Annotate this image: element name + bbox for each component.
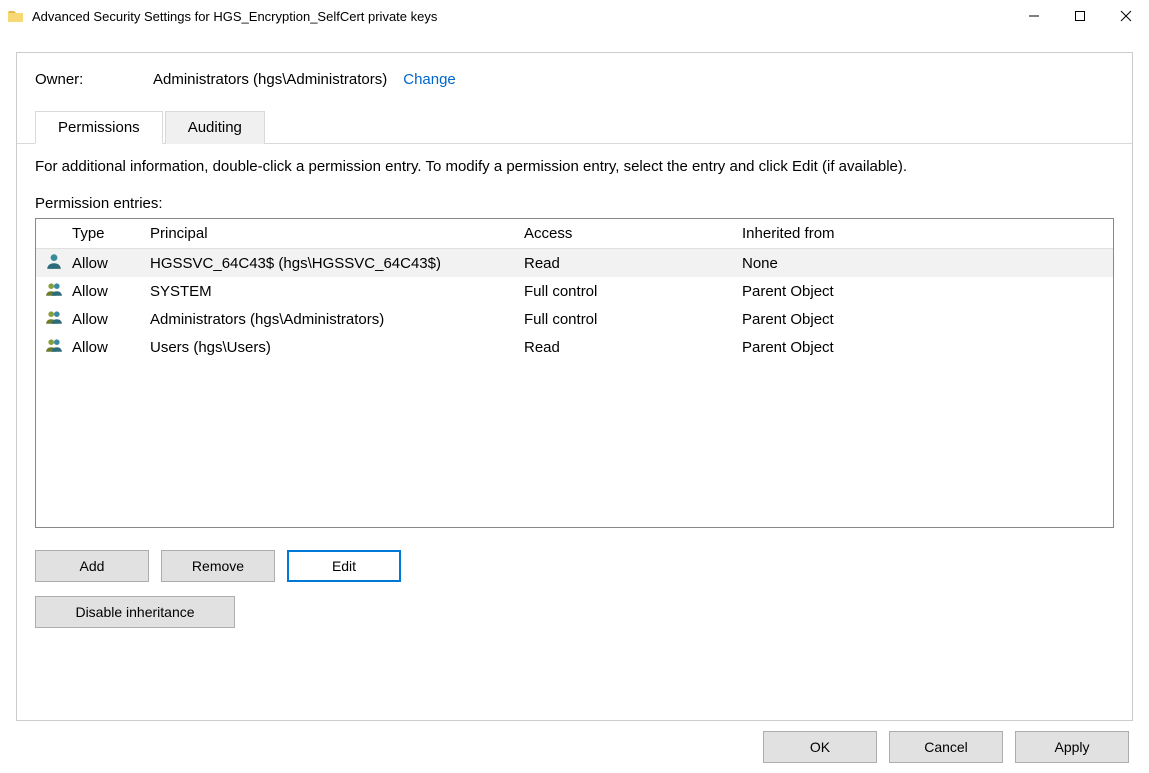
maximize-button[interactable] [1057, 0, 1103, 32]
ok-button[interactable]: OK [763, 731, 877, 763]
cell-access: Read [524, 339, 742, 356]
tab-permissions[interactable]: Permissions [35, 111, 163, 144]
col-access[interactable]: Access [524, 225, 742, 242]
window-title: Advanced Security Settings for HGS_Encry… [32, 9, 1011, 24]
group-icon [45, 308, 63, 330]
change-owner-link[interactable]: Change [403, 71, 456, 88]
tab-auditing[interactable]: Auditing [165, 111, 265, 144]
cell-inherited: Parent Object [742, 283, 1113, 300]
table-row[interactable]: AllowSYSTEMFull controlParent Object [36, 277, 1113, 305]
remove-button[interactable]: Remove [161, 550, 275, 582]
cell-principal: Administrators (hgs\Administrators) [150, 311, 524, 328]
cell-access: Full control [524, 283, 742, 300]
entry-buttons-row: Add Remove Edit [35, 550, 1114, 582]
disable-inheritance-row: Disable inheritance [35, 596, 1114, 628]
titlebar: Advanced Security Settings for HGS_Encry… [0, 0, 1149, 32]
dialog-buttons: OK Cancel Apply [763, 731, 1129, 763]
cancel-button[interactable]: Cancel [889, 731, 1003, 763]
user-icon [45, 252, 63, 274]
table-header: Type Principal Access Inherited from [36, 219, 1113, 249]
disable-inheritance-button[interactable]: Disable inheritance [35, 596, 235, 628]
cell-inherited: None [742, 255, 1113, 272]
folder-icon [8, 8, 24, 24]
table-row[interactable]: AllowUsers (hgs\Users)ReadParent Object [36, 333, 1113, 361]
cell-type: Allow [72, 283, 150, 300]
table-row[interactable]: AllowAdministrators (hgs\Administrators)… [36, 305, 1113, 333]
cell-inherited: Parent Object [742, 311, 1113, 328]
cell-principal: SYSTEM [150, 283, 524, 300]
col-principal[interactable]: Principal [150, 225, 524, 242]
group-icon [45, 336, 63, 358]
entries-label: Permission entries: [35, 195, 1114, 212]
tab-strip: Permissions Auditing [17, 110, 1132, 144]
cell-type: Allow [72, 311, 150, 328]
table-row[interactable]: AllowHGSSVC_64C43$ (hgs\HGSSVC_64C43$)Re… [36, 249, 1113, 277]
apply-button[interactable]: Apply [1015, 731, 1129, 763]
add-button[interactable]: Add [35, 550, 149, 582]
close-button[interactable] [1103, 0, 1149, 32]
cell-inherited: Parent Object [742, 339, 1113, 356]
owner-row: Owner: Administrators (hgs\Administrator… [35, 71, 1114, 88]
owner-value: Administrators (hgs\Administrators) [153, 71, 387, 88]
cell-access: Full control [524, 311, 742, 328]
col-type[interactable]: Type [72, 225, 150, 242]
cell-principal: HGSSVC_64C43$ (hgs\HGSSVC_64C43$) [150, 255, 524, 272]
minimize-button[interactable] [1011, 0, 1057, 32]
group-icon [45, 280, 63, 302]
content-frame: Owner: Administrators (hgs\Administrator… [16, 52, 1133, 721]
owner-label: Owner: [35, 71, 153, 88]
cell-principal: Users (hgs\Users) [150, 339, 524, 356]
window-controls [1011, 0, 1149, 32]
instructions-text: For additional information, double-click… [35, 158, 1114, 175]
cell-type: Allow [72, 255, 150, 272]
edit-button[interactable]: Edit [287, 550, 401, 582]
permission-entries-table: Type Principal Access Inherited from All… [35, 218, 1114, 528]
col-inherited[interactable]: Inherited from [742, 225, 1113, 242]
cell-access: Read [524, 255, 742, 272]
cell-type: Allow [72, 339, 150, 356]
